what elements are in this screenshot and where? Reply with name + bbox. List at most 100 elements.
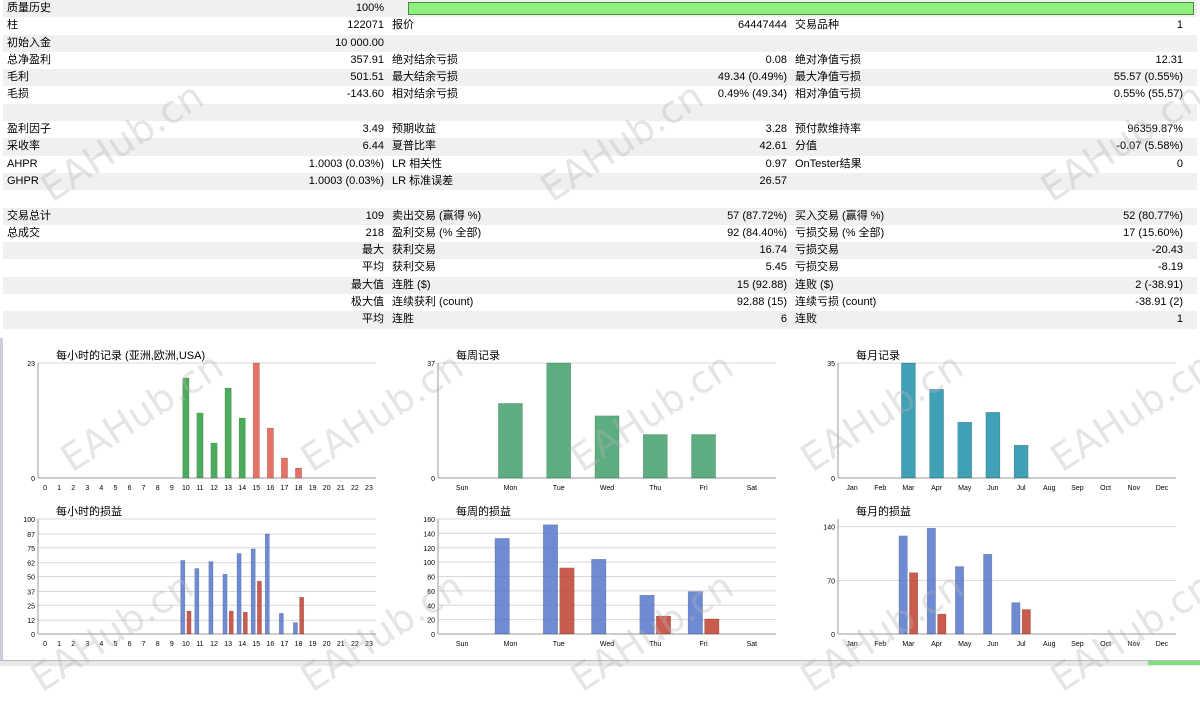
stat-label (791, 329, 991, 346)
x-tick-label: May (958, 641, 972, 648)
x-tick-label: 3 (85, 641, 89, 648)
x-tick-label: 6 (128, 641, 132, 648)
x-tick-label: Mon (504, 485, 518, 492)
stat-label: 初始入金 (7, 36, 51, 49)
stat-value (578, 329, 791, 346)
stats-row (3, 329, 1197, 346)
stat-label: 预期收益 (392, 123, 436, 136)
stat-label: 买入交易 (赢得 %) (795, 209, 885, 222)
y-tick-label: 25 (27, 603, 35, 610)
stat-label: 交易品种 (795, 19, 839, 32)
x-tick-label: Dec (1156, 485, 1169, 492)
y-tick-label: 100 (23, 517, 35, 524)
y-tick-label: 100 (423, 560, 435, 567)
x-tick-label: 0 (43, 485, 47, 492)
x-tick-label: 7 (142, 641, 146, 648)
y-tick-label: 0 (31, 632, 35, 639)
stats-row: 极大值 连续获利 (count) 92.88 (15) 连续亏损 (count) -38… (3, 294, 1197, 311)
stat-label: LR 相关性 (392, 157, 443, 170)
y-tick-label: 87 (27, 532, 35, 539)
y-tick-label: 0 (831, 632, 835, 639)
stat-value: 极大值 (351, 296, 384, 309)
stat-label: 相对结余亏损 (392, 88, 458, 101)
stat-label (791, 190, 991, 207)
stat-value: 92.88 (15) (736, 296, 787, 309)
statistics-table: 质量历史 100% 柱 122071 报价 64447444 交易品种 1 初始入金 10 000… (3, 0, 1197, 346)
bar (242, 611, 248, 635)
y-tick-label: 60 (427, 589, 435, 596)
stat-value (578, 35, 791, 52)
chart-svg: 0 37 Sun Mon Tue Wed Thu Fri Sat (427, 361, 776, 492)
bar (295, 467, 302, 479)
stat-value: -143.60 (346, 88, 384, 101)
stat-value: 10 000.00 (335, 36, 384, 49)
x-tick-label: 0 (43, 641, 47, 648)
bar (926, 527, 936, 635)
y-tick-label: 37 (27, 589, 35, 596)
y-tick-label: 35 (827, 361, 835, 368)
x-tick-label: Tue (553, 641, 565, 648)
x-tick-label: 8 (156, 641, 160, 648)
stat-label: 相对净值亏损 (795, 88, 861, 101)
x-tick-label: 3 (85, 485, 89, 492)
bar (955, 566, 965, 635)
stat-value: 1.0003 (0.03%) (308, 174, 384, 187)
x-tick-label: 15 (252, 641, 260, 648)
x-tick-label: 10 (182, 485, 190, 492)
stat-label: 总净盈利 (7, 53, 51, 66)
chart-5: 每月的损益 0 70 140 Jan Feb Mar Apr May Jun Jul Aug Sep Oc… (820, 506, 1178, 656)
x-tick-label: 13 (224, 485, 232, 492)
stat-label: 连胜 ($) (392, 278, 431, 291)
stats-row: 初始入金 10 000.00 (3, 34, 1197, 52)
x-tick-label: 20 (323, 485, 331, 492)
x-tick-label: 13 (224, 641, 232, 648)
chart-title: 每小时的损益 (56, 506, 122, 518)
x-tick-label: 2 (71, 641, 75, 648)
stat-value: 6 (780, 313, 787, 326)
y-tick-label: 160 (423, 517, 435, 524)
x-tick-label: May (958, 485, 972, 492)
y-tick-label: 50 (27, 575, 35, 582)
x-tick-label: Sat (747, 641, 758, 648)
stats-row: 柱 122071 报价 64447444 交易品种 1 (3, 17, 1197, 34)
stat-value: 55.57 (0.55%) (1113, 71, 1183, 84)
x-tick-label: 12 (210, 641, 218, 648)
stat-value: 平均 (362, 313, 384, 326)
bar (224, 387, 232, 479)
x-tick-label: 19 (309, 641, 317, 648)
stat-value: -20.43 (1151, 244, 1183, 257)
stat-label: 获利交易 (392, 261, 436, 274)
stat-label (3, 277, 223, 294)
bar (1011, 602, 1021, 635)
stat-label: 连胜 (392, 313, 414, 326)
bar (194, 568, 200, 635)
x-tick-label: 16 (266, 641, 274, 648)
x-tick-label: Mar (902, 485, 915, 492)
stats-row: 毛利 501.51 最大结余亏损 49.34 (0.49%) 最大净值亏损 55.57 (… (3, 69, 1197, 87)
stat-value: 0.08 (765, 53, 787, 66)
bar (293, 622, 298, 635)
bar (498, 403, 523, 479)
stats-row: 总成交 218 盈利交易 (% 全部) 92 (84.40%) 亏损交易 (% 全部) 1… (3, 225, 1197, 242)
x-tick-label: 9 (170, 641, 174, 648)
stat-value (578, 104, 791, 121)
stat-value: 17 (15.60%) (1123, 226, 1183, 239)
stat-value (223, 190, 388, 207)
bar (264, 533, 270, 635)
bar (937, 613, 947, 635)
x-tick-label: Fri (699, 485, 708, 492)
stat-value: -8.19 (1157, 261, 1183, 274)
chart-4: 每周的损益 0 20 40 60 80 100 120 140 160 Sun Mon Tue Wed Th… (420, 506, 778, 656)
bar (299, 596, 305, 635)
bar (559, 567, 575, 635)
stat-label: 卖出交易 (赢得 %) (392, 209, 482, 222)
bar (252, 362, 260, 479)
stat-label: 采收率 (7, 140, 40, 153)
x-tick-label: Dec (1156, 641, 1169, 648)
stat-value (991, 173, 1187, 190)
left-scroll-strip[interactable] (0, 338, 3, 665)
x-tick-label: 16 (266, 485, 274, 492)
chart-title: 每月记录 (856, 350, 900, 362)
bar (901, 362, 916, 479)
stat-label: 绝对结余亏损 (392, 53, 458, 66)
